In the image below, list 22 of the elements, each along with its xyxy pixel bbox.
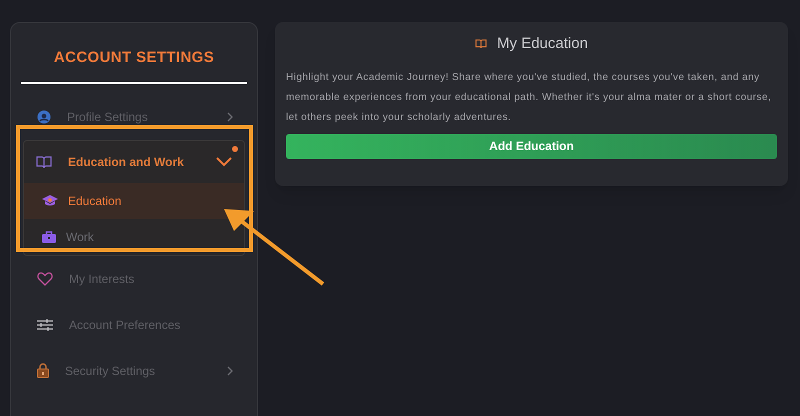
submenu-item[interactable]: Work bbox=[24, 218, 244, 254]
submenu-item[interactable]: Education bbox=[24, 182, 244, 218]
lock-icon bbox=[37, 363, 49, 378]
sidebar-title: ACCOUNT SETTINGS bbox=[52, 48, 216, 68]
add-education-button[interactable]: Add Education bbox=[286, 134, 777, 158]
menu-item[interactable]: Profile Settings bbox=[67, 108, 148, 126]
user-circle-icon bbox=[37, 110, 51, 124]
sliders-icon bbox=[37, 318, 53, 330]
graduation-cap-icon bbox=[42, 194, 58, 206]
chevron-right-icon bbox=[227, 366, 233, 376]
briefcase-icon bbox=[42, 230, 56, 242]
heart-icon bbox=[37, 272, 53, 286]
book-icon bbox=[475, 39, 488, 50]
chevron-down-icon[interactable] bbox=[216, 156, 232, 166]
chevron-right-icon bbox=[227, 112, 233, 122]
book-icon bbox=[36, 154, 52, 168]
card-description: Highlight your Academic Journey! Share where you've studied, the courses you've taken, and any memorable experiences from your educational path. Whether it's your alma mater or a short course, let others peek into your scholarly adventures. bbox=[286, 70, 772, 124]
menu-item[interactable]: Security Settings bbox=[65, 362, 156, 380]
menu-item[interactable]: My Interests bbox=[69, 270, 134, 288]
menu-item[interactable]: Account Preferences bbox=[69, 316, 180, 334]
menu-item[interactable]: Education and Work bbox=[68, 152, 184, 170]
card-title: My Education bbox=[497, 34, 588, 54]
